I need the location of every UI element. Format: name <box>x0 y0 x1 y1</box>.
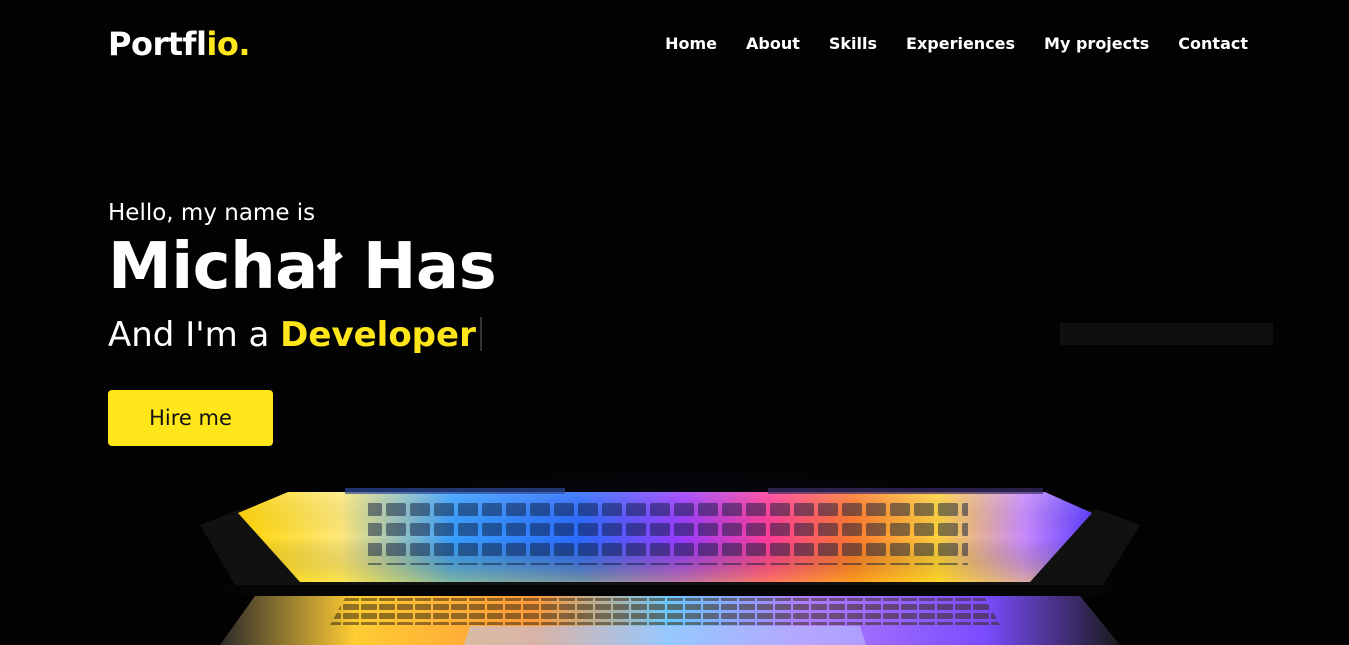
navbar: Portflio. Home About Skills Experiences … <box>0 0 1349 88</box>
nav-menu: Home About Skills Experiences My project… <box>665 32 1248 56</box>
nav-item-about[interactable]: About <box>746 32 800 56</box>
logo-text: Portfl <box>108 25 207 63</box>
nav-item-skills[interactable]: Skills <box>829 32 877 56</box>
nav-item-contact[interactable]: Contact <box>1178 32 1248 56</box>
hero-name: Michał Has <box>108 230 497 304</box>
nav-item-home[interactable]: Home <box>665 32 717 56</box>
role-line: And I'm a Developer <box>108 312 496 358</box>
greeting-text: Hello, my name is <box>108 200 316 226</box>
nav-item-experiences[interactable]: Experiences <box>906 32 1015 56</box>
role-typed-text: Developer <box>280 315 476 355</box>
hero-section: Portflio. Home About Skills Experiences … <box>0 0 1349 645</box>
hire-me-button[interactable]: Hire me <box>108 390 273 446</box>
hero-intro: Hello, my name is Michał Has And I'm a D… <box>108 198 497 358</box>
typing-cursor <box>479 317 482 351</box>
logo[interactable]: Portflio. <box>108 22 251 66</box>
role-prefix: And I'm a <box>108 315 281 355</box>
nav-item-my-projects[interactable]: My projects <box>1044 32 1149 56</box>
logo-accent-text: io. <box>206 25 251 63</box>
faint-overlay-bar <box>1060 323 1273 345</box>
